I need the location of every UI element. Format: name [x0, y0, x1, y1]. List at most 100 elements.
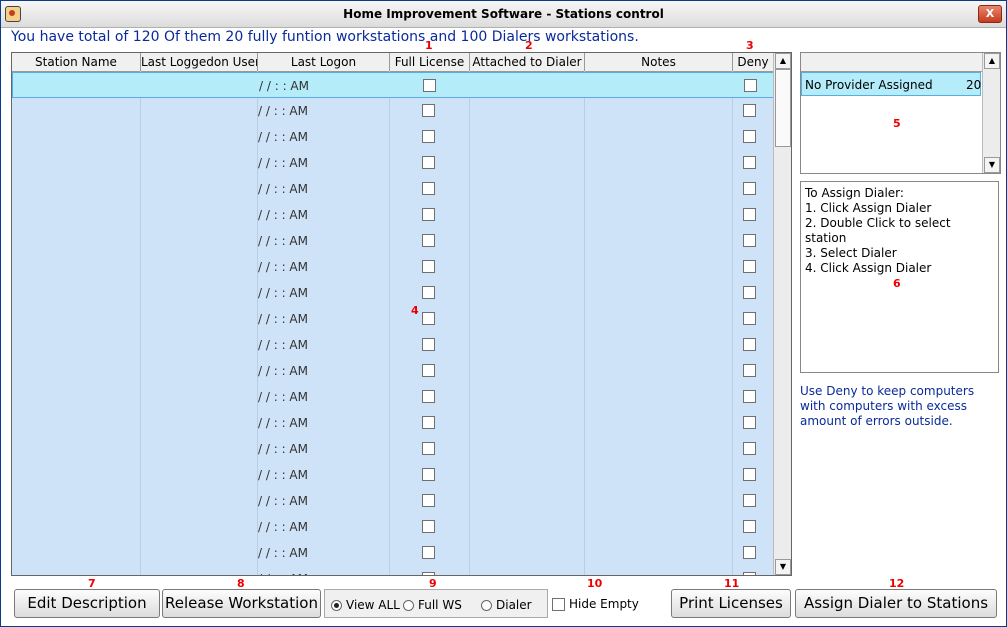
deny-checkbox[interactable]	[743, 520, 756, 533]
col-station-name[interactable]: Station Name	[12, 53, 141, 71]
col-deny[interactable]: Deny	[733, 53, 774, 71]
scroll-thumb[interactable]	[775, 69, 791, 147]
provider-scrollbar[interactable]: ▲ ▼	[982, 53, 1000, 173]
table-row[interactable]: / / : : AM	[12, 410, 774, 436]
provider-row[interactable]: No Provider Assigned 20	[801, 72, 981, 96]
last-logon-cell: / / : : AM	[258, 234, 308, 248]
provider-scroll-down-icon[interactable]: ▼	[984, 157, 1000, 173]
table-row[interactable]: / / : : AM	[12, 332, 774, 358]
last-logon-cell: / / : : AM	[258, 520, 308, 534]
deny-checkbox[interactable]	[743, 260, 756, 273]
deny-checkbox[interactable]	[743, 234, 756, 247]
table-row[interactable]: / / : : AM	[12, 384, 774, 410]
last-logon-cell: / / : : AM	[258, 390, 308, 404]
full-license-checkbox[interactable]	[422, 364, 435, 377]
full-license-checkbox[interactable]	[422, 286, 435, 299]
table-row[interactable]: / / : : AM	[12, 306, 774, 332]
assign-dialer-button[interactable]: Assign Dialer to Stations	[795, 589, 997, 618]
deny-checkbox[interactable]	[743, 468, 756, 481]
radio-dialer[interactable]: Dialer	[481, 598, 532, 612]
table-row[interactable]: / / : : AM	[12, 488, 774, 514]
radio-label: Full WS	[418, 598, 462, 612]
full-license-checkbox[interactable]	[422, 104, 435, 117]
table-row[interactable]: / / : : AM	[12, 566, 774, 575]
table-row[interactable]: / / : : AM	[12, 514, 774, 540]
deny-checkbox[interactable]	[743, 104, 756, 117]
table-row[interactable]: / / : : AM	[12, 358, 774, 384]
col-attached-to-dialer[interactable]: Attached to Dialer	[470, 53, 585, 71]
deny-checkbox[interactable]	[743, 312, 756, 325]
full-license-checkbox[interactable]	[423, 79, 436, 92]
full-license-checkbox[interactable]	[422, 520, 435, 533]
full-license-checkbox[interactable]	[422, 390, 435, 403]
table-row[interactable]: / / : : AM	[12, 202, 774, 228]
full-license-checkbox[interactable]	[422, 208, 435, 221]
instruction-line: 2. Double Click to select station	[805, 216, 951, 245]
window-title: Home Improvement Software - Stations con…	[343, 7, 664, 21]
deny-checkbox[interactable]	[743, 364, 756, 377]
col-full-license[interactable]: Full License	[390, 53, 470, 71]
scroll-up-icon[interactable]: ▲	[775, 53, 791, 69]
deny-checkbox[interactable]	[743, 338, 756, 351]
radio-unchecked-icon	[403, 600, 414, 611]
table-row[interactable]: / / : : AM	[12, 436, 774, 462]
full-license-checkbox[interactable]	[422, 546, 435, 559]
full-license-checkbox[interactable]	[422, 130, 435, 143]
release-workstation-button[interactable]: Release Workstation	[162, 589, 321, 618]
last-logon-cell: / / : : AM	[258, 468, 308, 482]
table-row[interactable]: / / : : AM	[12, 280, 774, 306]
full-license-checkbox[interactable]	[422, 468, 435, 481]
provider-scroll-up-icon[interactable]: ▲	[984, 53, 1000, 69]
last-logon-cell: / / : : AM	[258, 364, 308, 378]
instruction-line: To Assign Dialer:	[805, 186, 904, 200]
marker-5: 5	[893, 117, 901, 130]
edit-description-button[interactable]: Edit Description	[14, 589, 160, 618]
col-last-loggedon-user[interactable]: Last Loggedon User	[141, 53, 258, 71]
full-license-checkbox[interactable]	[422, 572, 435, 575]
deny-checkbox[interactable]	[743, 182, 756, 195]
table-row[interactable]: / / : : AM	[12, 72, 774, 98]
deny-checkbox[interactable]	[743, 416, 756, 429]
full-license-checkbox[interactable]	[422, 416, 435, 429]
radio-full-ws[interactable]: Full WS	[403, 598, 462, 612]
deny-checkbox[interactable]	[743, 130, 756, 143]
full-license-checkbox[interactable]	[422, 312, 435, 325]
table-row[interactable]: / / : : AM	[12, 228, 774, 254]
radio-view-all[interactable]: View ALL	[331, 598, 400, 612]
col-last-logon[interactable]: Last Logon	[258, 53, 390, 71]
deny-checkbox[interactable]	[743, 390, 756, 403]
deny-checkbox[interactable]	[743, 572, 756, 575]
full-license-checkbox[interactable]	[422, 182, 435, 195]
deny-checkbox[interactable]	[743, 286, 756, 299]
last-logon-cell: / / : : AM	[258, 338, 308, 352]
last-logon-cell: / / : : AM	[258, 442, 308, 456]
table-row[interactable]: / / : : AM	[12, 98, 774, 124]
table-row[interactable]: / / : : AM	[12, 462, 774, 488]
full-license-checkbox[interactable]	[422, 494, 435, 507]
table-row[interactable]: / / : : AM	[12, 176, 774, 202]
marker-3: 3	[746, 39, 754, 52]
hide-empty-checkbox[interactable]: Hide Empty	[552, 597, 639, 611]
table-row[interactable]: / / : : AM	[12, 540, 774, 566]
full-license-checkbox[interactable]	[422, 234, 435, 247]
last-logon-cell: / / : : AM	[258, 494, 308, 508]
deny-checkbox[interactable]	[743, 546, 756, 559]
instruction-line: 1. Click Assign Dialer	[805, 201, 932, 215]
scroll-down-icon[interactable]: ▼	[775, 559, 791, 575]
full-license-checkbox[interactable]	[422, 156, 435, 169]
deny-checkbox[interactable]	[744, 79, 757, 92]
deny-checkbox[interactable]	[743, 156, 756, 169]
full-license-checkbox[interactable]	[422, 442, 435, 455]
col-notes[interactable]: Notes	[585, 53, 733, 71]
deny-checkbox[interactable]	[743, 442, 756, 455]
grid-scrollbar[interactable]: ▲ ▼	[773, 53, 791, 575]
table-row[interactable]: / / : : AM	[12, 150, 774, 176]
deny-checkbox[interactable]	[743, 208, 756, 221]
full-license-checkbox[interactable]	[422, 260, 435, 273]
close-button[interactable]: X	[978, 5, 1002, 23]
deny-checkbox[interactable]	[743, 494, 756, 507]
print-licenses-button[interactable]: Print Licenses	[671, 589, 791, 618]
table-row[interactable]: / / : : AM	[12, 124, 774, 150]
table-row[interactable]: / / : : AM	[12, 254, 774, 280]
full-license-checkbox[interactable]	[422, 338, 435, 351]
